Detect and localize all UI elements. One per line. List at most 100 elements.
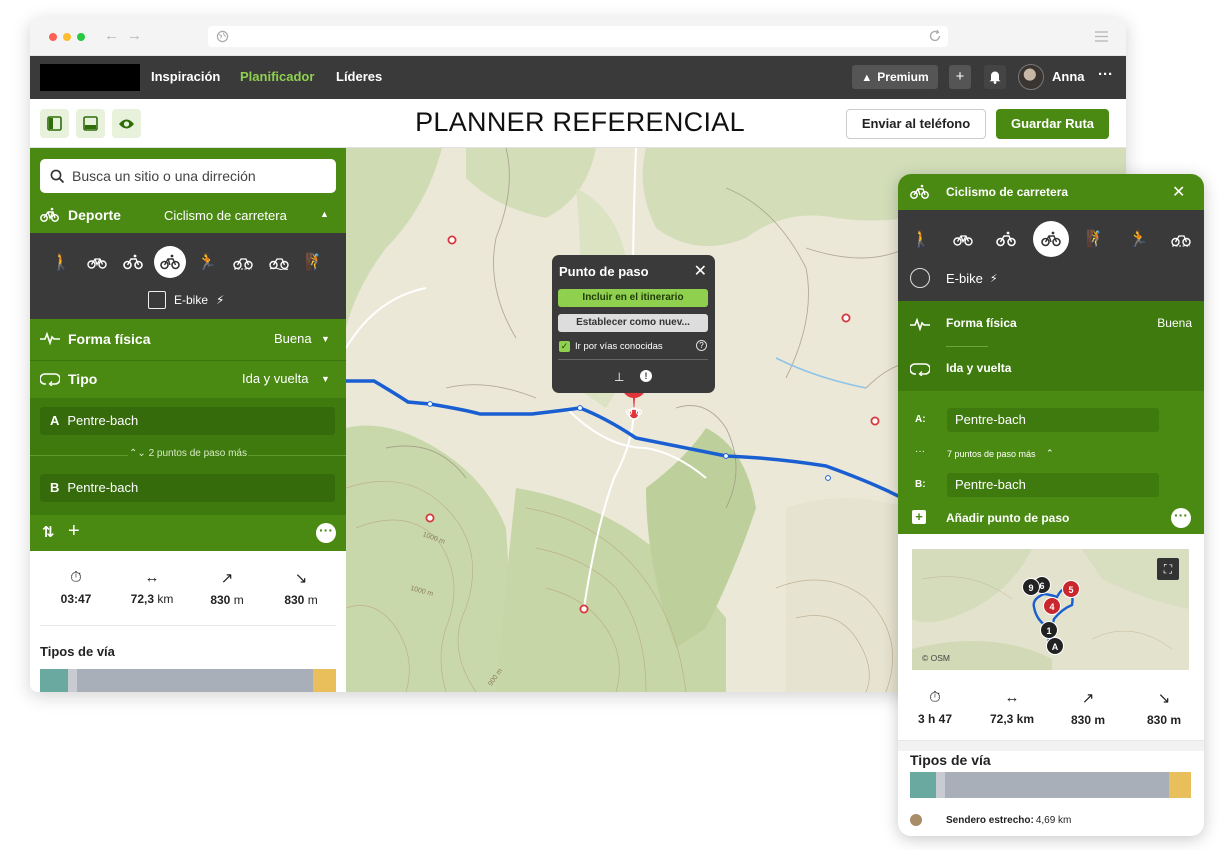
minimap-pin[interactable]: 4 [1043, 597, 1061, 615]
fullscreen-icon[interactable]: ⛶ [1157, 558, 1179, 580]
mountaineering-icon[interactable]: 🧗 [300, 247, 330, 277]
waypoint-b-name: Pentre-bach [67, 480, 139, 495]
legend-value: 4,69 km [1035, 814, 1072, 826]
mountaineering-icon[interactable]: 🧗 [1081, 224, 1111, 254]
close-window-dot[interactable] [49, 33, 57, 41]
more-waypoints-toggle[interactable]: ⌃⌄ 2 puntos de paso más [30, 448, 346, 459]
info-icon[interactable]: ! [640, 370, 652, 382]
more-options-icon[interactable]: ··· [1098, 66, 1113, 83]
ebike-toggle[interactable]: E-bike ⚡ [148, 291, 224, 309]
save-route-button[interactable]: Guardar Ruta [996, 109, 1109, 139]
chevron-down-icon: ▼ [321, 374, 330, 384]
add-waypoint-icon[interactable]: + [68, 520, 80, 543]
road-segment [910, 772, 936, 798]
phone-route-minimap[interactable]: 6 9 5 4 1 A © OSM ⛶ [912, 549, 1189, 670]
stopwatch-icon: ⏱ [70, 569, 82, 586]
more-options-button[interactable]: ··· [1171, 508, 1191, 528]
checkmark-icon[interactable]: ✓ [559, 341, 570, 352]
phone-fitness-label: Forma física [946, 316, 1017, 330]
gravel-bike-icon[interactable] [1166, 224, 1196, 254]
road-cycling-icon[interactable] [1032, 221, 1069, 257]
notifications-button[interactable] [984, 65, 1006, 89]
downhill-stat: ↘ 830 m [276, 569, 326, 607]
legend-label: Sendero estrecho: [946, 814, 1034, 826]
running-icon[interactable]: 🏃 [1124, 224, 1154, 254]
toggle-view-button[interactable] [112, 109, 141, 138]
tree-icon: ▲ [861, 72, 873, 84]
phone-a-label: A: [915, 414, 926, 425]
sport-row[interactable]: Deporte Ciclismo de carretera ▲ [30, 200, 346, 233]
hiking-icon[interactable]: 🚶 [46, 247, 76, 277]
user-name[interactable]: Anna [1052, 69, 1085, 84]
waypoint-b-field[interactable]: B Pentre-bach [40, 474, 335, 502]
brand-logo[interactable] [40, 64, 140, 91]
phone-sport-header[interactable]: Ciclismo de carretera ✕ [898, 174, 1204, 210]
phone-fitness-row[interactable]: Forma física Buena [898, 311, 1204, 337]
fitness-row[interactable]: Forma física Buena ▼ [30, 323, 346, 355]
maximize-window-dot[interactable] [77, 33, 85, 41]
bike-icon[interactable] [948, 224, 978, 254]
search-input[interactable]: Busca un sitio o una dirreción [40, 159, 336, 193]
phone-waypoint-b[interactable]: Pentre-bach [947, 473, 1159, 497]
road-cycling-icon[interactable] [154, 246, 186, 278]
downhill-arrow-icon: ↘ [1157, 690, 1171, 707]
back-arrow-icon[interactable]: ← [104, 27, 119, 44]
send-to-phone-button[interactable]: Enviar al teléfono [846, 109, 986, 139]
menu-icon[interactable] [1095, 31, 1108, 42]
close-icon[interactable]: ✕ [694, 261, 707, 281]
nav-inspiracion[interactable]: Inspiración [151, 69, 220, 84]
divider [30, 360, 346, 361]
minimap-pin[interactable]: 5 [1062, 580, 1080, 598]
known-roads-label: Ir por vías conocidas [575, 341, 663, 352]
add-icon[interactable]: + [912, 510, 926, 524]
nav-planificador[interactable]: Planificador [240, 69, 314, 84]
reload-icon[interactable] [928, 29, 942, 43]
avatar[interactable] [1018, 64, 1044, 90]
mountain-bike-icon[interactable] [118, 247, 148, 277]
gravel-bike-icon[interactable] [228, 247, 258, 277]
help-icon[interactable]: ? [696, 340, 707, 351]
running-icon[interactable]: 🏃 [192, 247, 222, 277]
phone-waypoint-a[interactable]: Pentre-bach [947, 408, 1159, 432]
chevron-up-icon: ▲ [320, 209, 329, 219]
include-in-route-button[interactable]: Incluir en el itinerario [558, 289, 708, 307]
phone-type-row[interactable]: Ida y vuelta [898, 356, 1204, 382]
minimap-pin[interactable]: A [1046, 637, 1064, 655]
bike-icon[interactable] [82, 247, 112, 277]
toggle-bottom-panel-button[interactable] [76, 109, 105, 138]
reverse-route-icon[interactable]: ⇅ [42, 523, 55, 541]
add-button[interactable]: + [949, 65, 971, 89]
mountain-bike-icon[interactable] [991, 224, 1021, 254]
forward-arrow-icon[interactable]: → [127, 27, 142, 44]
expand-chevron-icon[interactable]: ⌃ [1046, 448, 1054, 459]
type-row[interactable]: Tipo Ida y vuelta ▼ [30, 363, 346, 395]
address-bar[interactable] [208, 26, 948, 47]
nav-lideres[interactable]: Líderes [336, 69, 382, 84]
downhill-value: 830 [284, 593, 305, 607]
minimap-pin[interactable]: 9 [1022, 578, 1040, 596]
fitness-value: Buena [274, 331, 312, 346]
loop-icon [910, 363, 930, 376]
globe-icon [216, 30, 229, 43]
more-options-button[interactable]: ··· [316, 523, 336, 543]
close-icon[interactable]: ✕ [1172, 182, 1185, 202]
pin-anchor-icon[interactable]: ⊥ [614, 370, 624, 384]
set-as-new-button[interactable]: Establecer como nuev... [558, 314, 708, 332]
known-roads-toggle[interactable]: ✓ Ir por vías conocidas [559, 341, 663, 352]
phone-ebike-toggle[interactable]: E-bike ⚡ [910, 268, 998, 288]
phone-more-waypoints[interactable]: 7 puntos de paso más [947, 449, 1036, 459]
lightning-icon: ⚡ [989, 272, 998, 285]
minimize-window-dot[interactable] [63, 33, 71, 41]
toggle-sidebar-button[interactable] [40, 109, 69, 138]
ebike-radio[interactable] [910, 268, 930, 288]
waypoint-a-field[interactable]: A Pentre-bach [40, 407, 335, 435]
type-label: Tipo [68, 371, 98, 387]
add-waypoint-button[interactable]: Añadir punto de paso [946, 511, 1069, 525]
phone-downhill-value: 830 m [1146, 713, 1182, 727]
premium-button[interactable]: ▲ Premium [852, 65, 938, 89]
touring-bike-icon[interactable] [264, 247, 294, 277]
heartbeat-icon [40, 331, 60, 345]
road-type-legend-item: Sendero estrecho: 4,69 km [910, 814, 1071, 826]
hiking-icon[interactable]: 🚶 [906, 224, 936, 254]
ebike-checkbox[interactable] [148, 291, 166, 309]
